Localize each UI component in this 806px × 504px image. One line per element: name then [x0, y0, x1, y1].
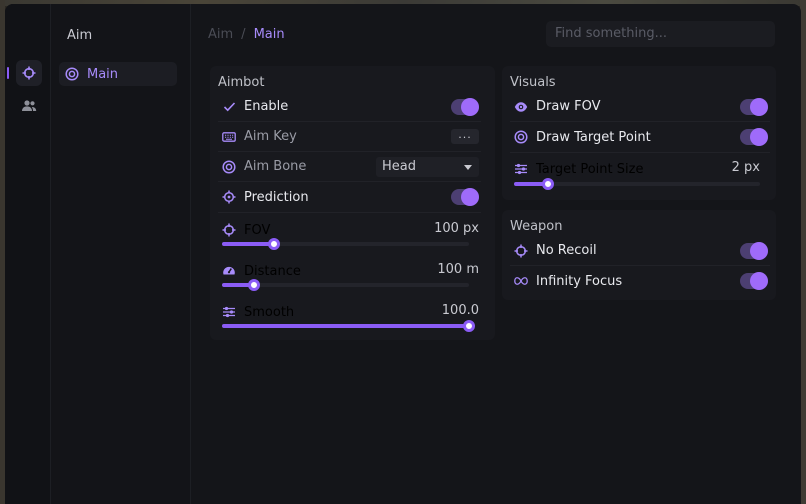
active-indicator: [7, 67, 9, 79]
toggle-knob: [750, 272, 768, 290]
toggle-knob: [750, 128, 768, 146]
subnav-item-label: Main: [87, 66, 119, 82]
enable-row: Enable: [218, 92, 481, 122]
aim-bone-row: Aim Bone Head: [218, 152, 481, 182]
target-icon: [514, 130, 528, 144]
draw-fov-label: Draw FOV: [536, 99, 601, 114]
crosshair-icon: [514, 244, 528, 258]
aim-key-row: Aim Key ...: [218, 122, 481, 152]
no-recoil-row: No Recoil: [510, 236, 770, 266]
draw-fov-toggle[interactable]: [740, 98, 768, 116]
main-content: Aim / Main Aimbot Enable Aim Key ... Aim…: [192, 4, 801, 504]
users-icon: [22, 100, 37, 111]
target-icon: [222, 159, 236, 174]
breadcrumb: Aim / Main: [208, 27, 285, 42]
smooth-slider-row: Smooth 100.0: [218, 302, 481, 342]
fov-value: 100 px: [434, 221, 479, 236]
enable-label: Enable: [244, 99, 289, 114]
toggle-knob: [461, 98, 479, 116]
aim-key-button[interactable]: ...: [451, 129, 479, 144]
search-input[interactable]: [546, 21, 775, 47]
toggle-knob: [750, 98, 768, 116]
draw-target-point-label: Draw Target Point: [536, 129, 651, 145]
infinity-focus-label: Infinity Focus: [536, 273, 623, 289]
gauge-icon: [222, 264, 236, 278]
aim-key-label: Aim Key: [244, 129, 297, 144]
subnav-item-main[interactable]: Main: [59, 62, 177, 86]
distance-value: 100 m: [437, 262, 479, 277]
iconbar-item-players[interactable]: [16, 93, 42, 119]
distance-slider[interactable]: [222, 279, 469, 291]
no-recoil-label: No Recoil: [536, 243, 597, 258]
target-point-size-label: Target Point Size: [536, 161, 644, 177]
draw-target-point-row: Draw Target Point: [510, 122, 770, 152]
fov-slider-row: FOV 100 px: [218, 220, 481, 260]
fov-label: FOV: [244, 222, 271, 238]
infinity-focus-toggle[interactable]: [740, 272, 768, 290]
infinity-focus-row: Infinity Focus: [510, 266, 770, 296]
slider-thumb[interactable]: [248, 279, 261, 291]
breadcrumb-separator: /: [241, 27, 246, 42]
menu-window: Aim Main Aim / Main Aimbot Enable Aim Ke…: [5, 4, 801, 504]
prediction-label: Prediction: [244, 189, 309, 205]
sliders-icon: [222, 305, 236, 319]
visuals-panel: Visuals Draw FOV Draw Target Point Targe…: [502, 66, 776, 200]
toggle-knob: [461, 188, 479, 206]
slider-thumb[interactable]: [542, 178, 555, 190]
slider-fill: [222, 324, 469, 328]
distance-label: Distance: [244, 263, 301, 279]
iconbar-item-aim[interactable]: [16, 60, 42, 86]
subnav-title: Aim: [67, 28, 93, 43]
target-icon: [65, 67, 79, 81]
aim-bone-label: Aim Bone: [244, 159, 307, 174]
toggle-knob: [750, 242, 768, 260]
target-point-size-slider-row: Target Point Size 2 px: [510, 159, 762, 199]
enable-toggle[interactable]: [451, 98, 479, 116]
visuals-panel-title: Visuals: [510, 75, 556, 90]
draw-target-point-toggle[interactable]: [740, 128, 768, 146]
check-icon: [222, 100, 236, 114]
distance-slider-row: Distance 100 m: [218, 261, 481, 301]
no-recoil-toggle[interactable]: [740, 242, 768, 260]
icon-bar: [5, 4, 51, 504]
chevron-down-icon: [464, 165, 472, 170]
crosshair-icon: [222, 223, 236, 237]
smooth-value: 100.0: [441, 303, 479, 318]
target-point-size-slider[interactable]: [514, 178, 760, 190]
infinity-icon: [514, 274, 528, 288]
crosshair-icon: [22, 66, 36, 80]
divider: [218, 212, 481, 213]
weapon-panel-title: Weapon: [510, 219, 563, 234]
aim-bone-value: Head: [382, 159, 416, 174]
aimbot-panel: Aimbot Enable Aim Key ... Aim Bone Head: [210, 66, 495, 340]
crosshair-target-icon: [222, 190, 236, 204]
eye-icon: [514, 100, 528, 114]
breadcrumb-parent[interactable]: Aim: [208, 27, 233, 42]
aim-bone-select[interactable]: Head: [376, 157, 479, 177]
target-point-size-value: 2 px: [731, 160, 760, 175]
slider-thumb[interactable]: [463, 320, 475, 332]
breadcrumb-current: Main: [253, 27, 285, 42]
prediction-toggle[interactable]: [451, 188, 479, 206]
prediction-row: Prediction: [218, 182, 481, 212]
divider: [510, 152, 770, 153]
weapon-panel: Weapon No Recoil Infinity Focus: [502, 210, 776, 300]
fov-slider[interactable]: [222, 238, 469, 250]
sliders-icon: [514, 162, 528, 176]
smooth-label: Smooth: [244, 304, 295, 320]
draw-fov-row: Draw FOV: [510, 92, 770, 122]
slider-thumb[interactable]: [267, 238, 280, 250]
keyboard-icon: [222, 130, 236, 144]
aimbot-panel-title: Aimbot: [218, 75, 265, 90]
smooth-slider[interactable]: [222, 320, 475, 332]
sub-navigation: Aim Main: [51, 4, 191, 504]
slider-fill: [222, 242, 274, 246]
